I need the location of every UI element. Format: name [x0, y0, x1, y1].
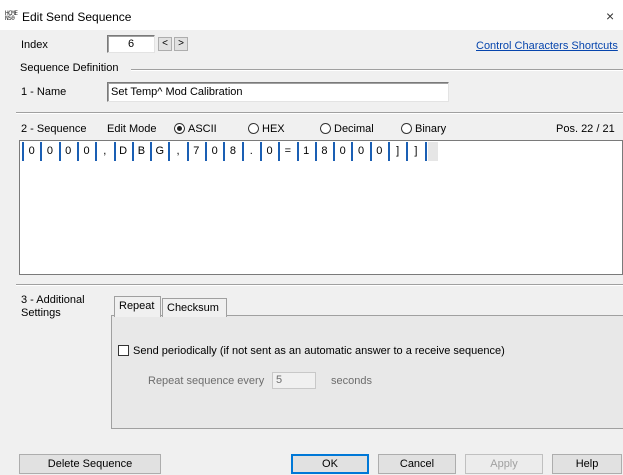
char-separator: [278, 142, 281, 161]
char-separator: [259, 142, 262, 161]
close-icon[interactable]: ×: [606, 8, 614, 24]
repeat-interval-input[interactable]: 5: [272, 372, 316, 389]
sequence-char[interactable]: ]: [409, 143, 422, 160]
ok-button[interactable]: OK: [291, 454, 369, 474]
index-field[interactable]: 6: [107, 35, 155, 53]
char-separator: [131, 142, 134, 161]
empty-char-cell: [427, 142, 438, 161]
sequence-char[interactable]: B: [135, 143, 148, 160]
char-separator: [168, 142, 171, 161]
index-label: Index: [21, 39, 48, 51]
sequence-char[interactable]: 0: [62, 143, 75, 160]
sequence-char[interactable]: 7: [190, 143, 203, 160]
next-index-button[interactable]: >: [174, 37, 188, 51]
divider: [16, 112, 623, 114]
char-separator: [223, 142, 226, 161]
prev-index-button[interactable]: <: [158, 37, 172, 51]
window-title: Edit Send Sequence: [22, 10, 132, 24]
tab-repeat[interactable]: Repeat: [114, 296, 161, 317]
cancel-button[interactable]: Cancel: [378, 454, 456, 474]
sequence-label: 2 - Sequence: [21, 123, 87, 135]
char-separator: [186, 142, 189, 161]
sequence-char-row: 0 0 0 0, D B G, 7 0 8. 0 = 1 8 0 0 0]]: [20, 141, 622, 163]
repeat-every-label: Repeat sequence every: [148, 375, 265, 387]
sequence-char[interactable]: ]: [391, 143, 404, 160]
control-characters-shortcuts-link[interactable]: Control Characters Shortcuts: [476, 40, 618, 52]
divider: [131, 69, 623, 71]
divider: [16, 284, 623, 286]
repeat-tab-panel: [111, 315, 623, 429]
hex-radio-label: HEX: [262, 123, 285, 135]
position-indicator: Pos. 22 / 21: [556, 123, 615, 135]
sequence-char[interactable]: 0: [208, 143, 221, 160]
sequence-char[interactable]: =: [281, 143, 294, 160]
sequence-char[interactable]: .: [245, 143, 258, 160]
name-label: 1 - Name: [21, 86, 67, 98]
seconds-label: seconds: [331, 375, 372, 387]
sequence-char[interactable]: 8: [226, 143, 239, 160]
decimal-radio-label: Decimal: [334, 123, 374, 135]
char-separator: [351, 142, 354, 161]
sequence-definition-label: Sequence Definition: [20, 62, 119, 74]
binary-radio[interactable]: [401, 123, 412, 134]
sequence-char[interactable]: 0: [373, 143, 386, 160]
edit-mode-label: Edit Mode: [107, 123, 157, 135]
char-separator: [95, 142, 98, 161]
app-icon: HCME NS0: [5, 10, 18, 22]
char-separator: [150, 142, 153, 161]
text-cursor: [424, 142, 427, 161]
hex-radio[interactable]: [248, 123, 259, 134]
sequence-char[interactable]: ,: [171, 143, 184, 160]
sequence-char[interactable]: 0: [336, 143, 349, 160]
char-separator: [205, 142, 207, 161]
char-separator: [296, 142, 299, 161]
ascii-radio[interactable]: [174, 123, 185, 134]
sequence-char[interactable]: 0: [263, 143, 276, 160]
sequence-char[interactable]: 8: [318, 143, 331, 160]
char-separator: [406, 142, 409, 161]
binary-radio-label: Binary: [415, 123, 447, 135]
name-input[interactable]: Set Temp^ Mod Calibration: [107, 82, 449, 102]
additional-settings-label: 3 - Additional Settings: [21, 294, 85, 319]
apply-button[interactable]: Apply: [465, 454, 543, 474]
send-periodically-checkbox[interactable]: [118, 345, 129, 356]
sequence-char[interactable]: 0: [25, 143, 38, 160]
sequence-char[interactable]: ,: [98, 143, 111, 160]
sequence-char[interactable]: G: [153, 143, 166, 160]
sequence-char[interactable]: D: [117, 143, 130, 160]
send-periodically-label: Send periodically (if not sent as an aut…: [133, 345, 505, 357]
char-separator: [113, 142, 116, 161]
char-separator: [40, 142, 43, 161]
help-button[interactable]: Help: [552, 454, 622, 474]
char-separator: [58, 142, 61, 161]
char-separator: [333, 142, 336, 161]
tab-checksum[interactable]: Checksum: [162, 298, 227, 317]
sequence-char[interactable]: 0: [80, 143, 93, 160]
decimal-radio[interactable]: [320, 123, 331, 134]
sequence-char[interactable]: 1: [300, 143, 313, 160]
char-separator: [314, 142, 317, 161]
char-separator: [369, 142, 372, 161]
char-separator: [388, 142, 390, 161]
sequence-char[interactable]: 0: [354, 143, 367, 160]
delete-sequence-button[interactable]: Delete Sequence: [19, 454, 161, 474]
sequence-editor[interactable]: 0 0 0 0, D B G, 7 0 8. 0 = 1 8 0 0 0]]: [19, 140, 623, 275]
ascii-radio-label: ASCII: [188, 123, 217, 135]
char-separator: [22, 142, 24, 161]
char-separator: [241, 142, 244, 161]
char-separator: [76, 142, 79, 161]
sequence-char[interactable]: 0: [43, 143, 56, 160]
